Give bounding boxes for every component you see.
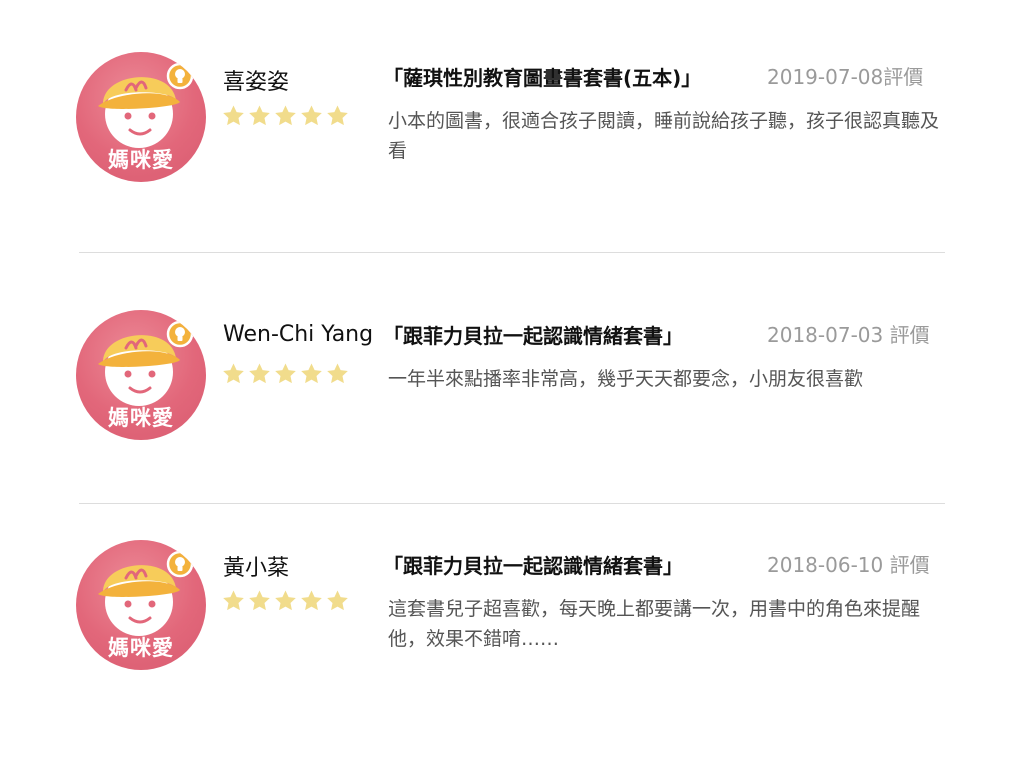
star-icon bbox=[223, 590, 244, 611]
star-icon bbox=[249, 590, 270, 611]
star-icon bbox=[275, 363, 296, 384]
product-title[interactable]: 「薩琪性別教育圖畫書套書(五本)」 bbox=[383, 62, 701, 91]
avatar[interactable]: 媽咪愛 bbox=[76, 540, 206, 670]
star-icon bbox=[301, 105, 322, 126]
avatar[interactable]: 媽咪愛 bbox=[76, 310, 206, 440]
review-text: 一年半來點播率非常高，幾乎天天都要念，小朋友很喜歡 bbox=[388, 368, 864, 390]
star-icon bbox=[223, 105, 244, 126]
star-icon bbox=[223, 363, 244, 384]
star-icon bbox=[275, 590, 296, 611]
review-text: 小本的圖書，很適合孩子閱讀，睡前說給孩子聽，孩子很認真聽及看 bbox=[388, 110, 940, 162]
review-item: 媽咪愛 Wen-Chi Yang 「跟菲力貝拉一起認識情緒套書」 2018-07… bbox=[0, 258, 1024, 458]
lightbulb-badge-icon bbox=[166, 550, 194, 578]
lightbulb-badge-icon bbox=[166, 62, 194, 90]
star-icon bbox=[249, 363, 270, 384]
review-date: 2019-07-08評價 bbox=[767, 65, 924, 89]
review-date: 2018-06-10 評價 bbox=[767, 553, 930, 577]
avatar[interactable]: 媽咪愛 bbox=[76, 52, 206, 182]
star-icon bbox=[301, 363, 322, 384]
review-list: 媽咪愛 喜姿姿 「薩琪性別教育圖畫書套書(五本)」 2019-07-08評價 小… bbox=[0, 0, 1024, 768]
star-rating bbox=[221, 589, 351, 613]
reviewer-name: 喜姿姿 bbox=[223, 70, 290, 95]
review-item: 媽咪愛 喜姿姿 「薩琪性別教育圖畫書套書(五本)」 2019-07-08評價 小… bbox=[0, 0, 1024, 200]
review-date: 2018-07-03 評價 bbox=[767, 323, 930, 347]
review-text: 這套書兒子超喜歡，每天晚上都要講一次，用書中的角色來提醒他，效果不錯唷…… bbox=[388, 598, 921, 650]
review-item: 媽咪愛 黃小棻 「跟菲力貝拉一起認識情緒套書」 2018-06-10 評價 這套… bbox=[0, 488, 1024, 688]
reviewer-name: 黃小棻 bbox=[223, 556, 290, 581]
star-icon bbox=[249, 105, 270, 126]
star-icon bbox=[301, 590, 322, 611]
divider bbox=[79, 252, 945, 253]
product-title[interactable]: 「跟菲力貝拉一起認識情緒套書」 bbox=[383, 320, 683, 349]
avatar-label: 媽咪愛 bbox=[108, 406, 174, 430]
avatar-label: 媽咪愛 bbox=[108, 148, 174, 172]
reviewer-name: Wen-Chi Yang bbox=[223, 322, 374, 347]
star-rating bbox=[221, 104, 351, 128]
star-icon bbox=[327, 590, 348, 611]
star-icon bbox=[327, 363, 348, 384]
star-icon bbox=[275, 105, 296, 126]
star-rating bbox=[221, 362, 351, 386]
product-title[interactable]: 「跟菲力貝拉一起認識情緒套書」 bbox=[383, 550, 683, 579]
lightbulb-badge-icon bbox=[166, 320, 194, 348]
star-icon bbox=[327, 105, 348, 126]
avatar-label: 媽咪愛 bbox=[108, 636, 174, 660]
